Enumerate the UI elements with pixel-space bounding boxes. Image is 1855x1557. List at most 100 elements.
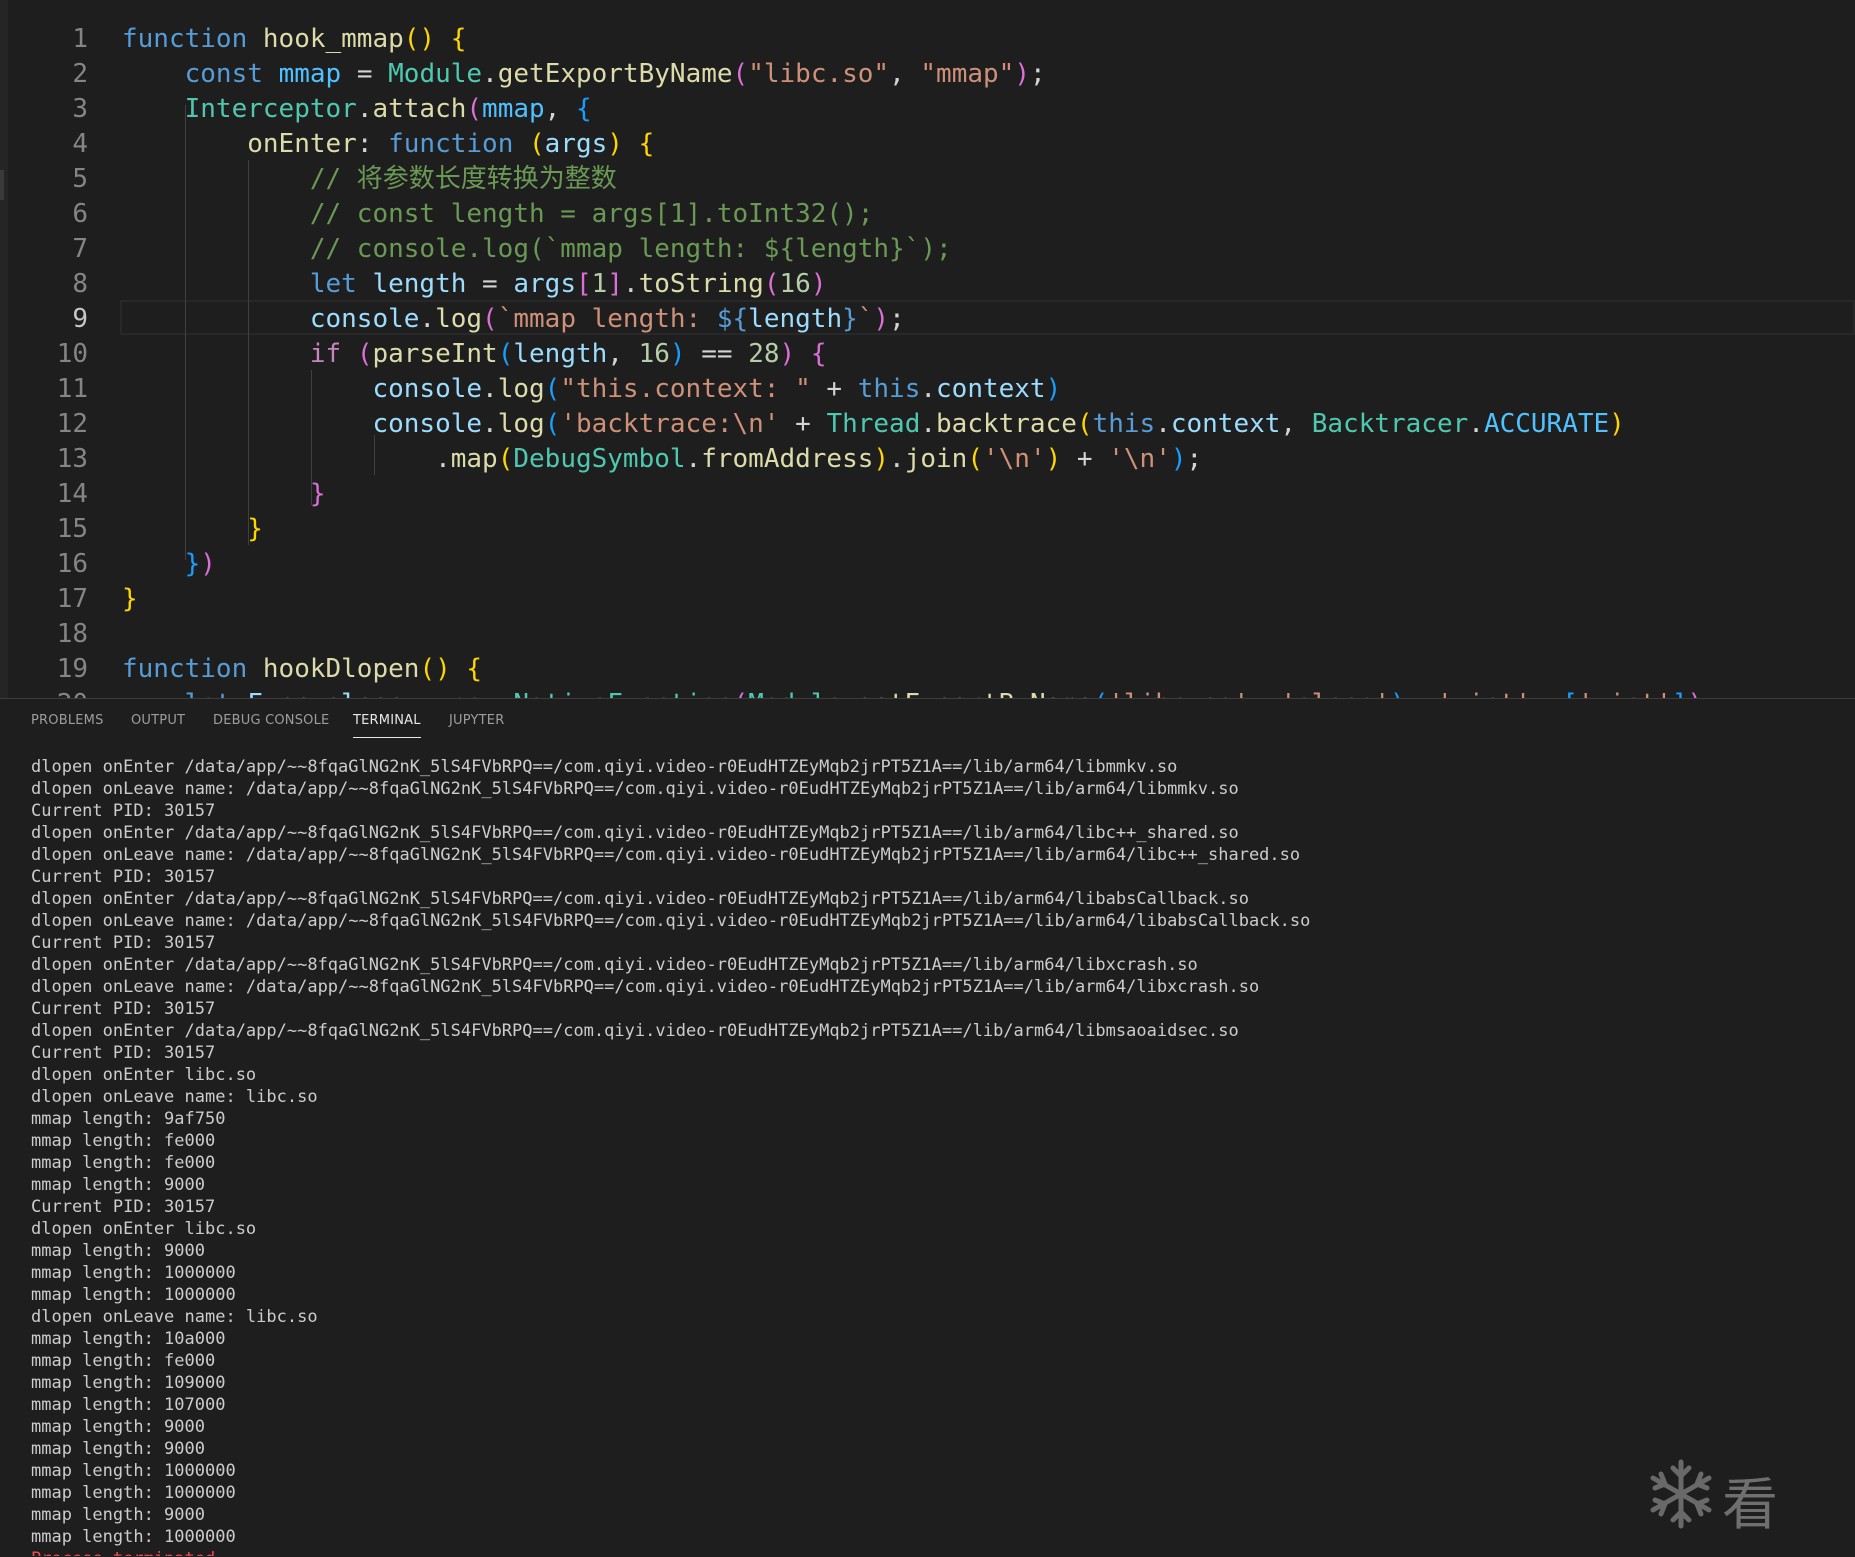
code-token: . [920,409,937,439]
code-token: hookDlopen [262,654,420,684]
code-line[interactable]: 5 // 将参数长度转换为整数 [0,162,1855,197]
watermark-text: 看雪 [1722,1473,1780,1557]
code-line[interactable]: 15 } [0,512,1855,547]
code-line[interactable]: 4 onEnter: function (args) { [0,127,1855,162]
tab-problems[interactable]: PROBLEMS [31,713,104,728]
code-token: Interceptor [184,94,357,124]
terminal-line: dlopen onLeave name: /data/app/~~8fqaGlN… [31,779,1239,799]
tab-output[interactable]: OUTPUT [131,713,185,728]
code-line[interactable]: 1 function hook_mmap() { [0,22,1855,57]
code-line[interactable]: 12 console.log('backtrace:\n' + Thread.b… [0,407,1855,442]
line-code: }) [122,547,216,582]
code-line[interactable]: 13 .map(DebugSymbol.fromAddress).join('\… [0,442,1855,477]
code-line[interactable]: 7 // console.log(`mmap length: ${length}… [0,232,1855,267]
terminal-line: Current PID: 30157 [31,933,216,953]
code-line[interactable]: 16 }) [0,547,1855,582]
code-line[interactable]: 17} [0,582,1855,617]
code-token: , [1280,409,1312,439]
line-number: 1 [72,24,88,54]
code-line[interactable]: 18 [0,617,1855,652]
terminal-status-line: Process terminated [31,1548,1831,1556]
code-token: , [1531,689,1562,698]
terminal-line: mmap length: fe000 [31,1131,216,1151]
terminal-line: mmap length: 107000 [31,1395,226,1415]
terminal-line: mmap length: 9000 [31,1439,205,1459]
line-number: 12 [56,409,88,439]
line-number: 15 [56,514,88,544]
code-token: getExportByName [858,689,1093,698]
line-number: 11 [56,374,88,404]
terminal-line: mmap length: 1000000 [31,1263,236,1283]
terminal-line: Current PID: 30157 [31,801,216,821]
code-token: Module [748,689,842,698]
code-editor[interactable]: 1 function hook_mmap() {2 const mmap = Mo… [0,0,1855,698]
code-token: console [372,409,483,439]
line-number: 10 [56,339,88,369]
code-token: "mmap" [920,59,1015,89]
terminal-line: mmap length: 9000 [31,1417,205,1437]
code-token: '\n' [982,444,1046,474]
line-code: .map(DebugSymbol.fromAddress).join('\n')… [122,442,1202,477]
code-line[interactable]: 19 function hookDlopen() { [0,652,1855,687]
code-token: ) [779,339,796,369]
terminal-line: dlopen onEnter libc.so [31,1065,257,1085]
code-token: log [435,304,483,334]
code-token: log [497,374,545,404]
code-token: 'libc.so' [1108,689,1249,698]
terminal-line: dlopen onEnter /data/app/~~8fqaGlNG2nK_5… [31,823,1239,843]
code-token: let [185,689,232,698]
tab-jupyter[interactable]: JUPYTER [449,713,504,728]
code-token: = [341,59,389,89]
code-token: let [309,269,357,299]
code-token: ) [1390,689,1406,698]
line-code: // const length = args[1].toInt32(); [122,197,874,232]
terminal-line: Current PID: 30157 [31,1043,216,1063]
code-line[interactable]: 3 Interceptor.attach(mmap, { [0,92,1855,127]
tab-terminal[interactable]: TERMINAL [353,713,421,738]
terminal-line: mmap length: 1000000 [31,1461,236,1481]
code-line[interactable]: 11 console.log("this.context: " + this.c… [0,372,1855,407]
code-line[interactable]: 2 const mmap = Module.getExportByName("l… [0,57,1855,92]
code-token: ) [873,304,890,334]
code-token: // console.log(`mmap length: ${length}`)… [309,234,952,264]
line-number: 7 [72,234,88,264]
terminal-line: mmap length: fe000 [31,1153,216,1173]
code-line[interactable]: 20 let Func_sleep = new NativeFunction(M… [0,687,1855,698]
code-token: function [388,129,514,159]
tab-debug-console[interactable]: DEBUG CONSOLE [213,713,329,728]
code-token: + [1061,444,1109,474]
code-token: ( [497,444,514,474]
code-token: map [450,444,498,474]
code-line[interactable]: 9 console.log(`mmap length: ${length}`); [0,302,1855,337]
terminal-line: dlopen onEnter /data/app/~~8fqaGlNG2nK_5… [31,889,1249,909]
code-token: ) [669,339,686,369]
code-line[interactable]: 14 } [0,477,1855,512]
code-token: onEnter [247,129,357,159]
code-token: ) [1687,689,1703,698]
code-line[interactable]: 8 let length = args[1].toString(16) [0,267,1855,302]
terminal-line: mmap length: 10a000 [31,1329,226,1349]
line-code: console.log(`mmap length: ${length}`); [122,302,905,337]
code-token: ( [763,269,780,299]
code-token: { [575,94,592,124]
terminal-output[interactable]: dlopen onEnter /data/app/~~8fqaGlNG2nK_5… [31,756,1831,1556]
code-token: attach [372,94,467,124]
code-line[interactable]: 10 if (parseInt(length, 16) == 28) { [0,337,1855,372]
code-line[interactable]: 6 // const length = args[1].toInt32(); [0,197,1855,232]
code-token: length [513,339,608,369]
code-token: ( [529,129,545,159]
code-token: ` [857,304,874,334]
code-token: length [372,269,467,299]
code-token: } [184,549,201,579]
code-token: ; [1029,59,1046,89]
code-token: function [122,24,248,54]
